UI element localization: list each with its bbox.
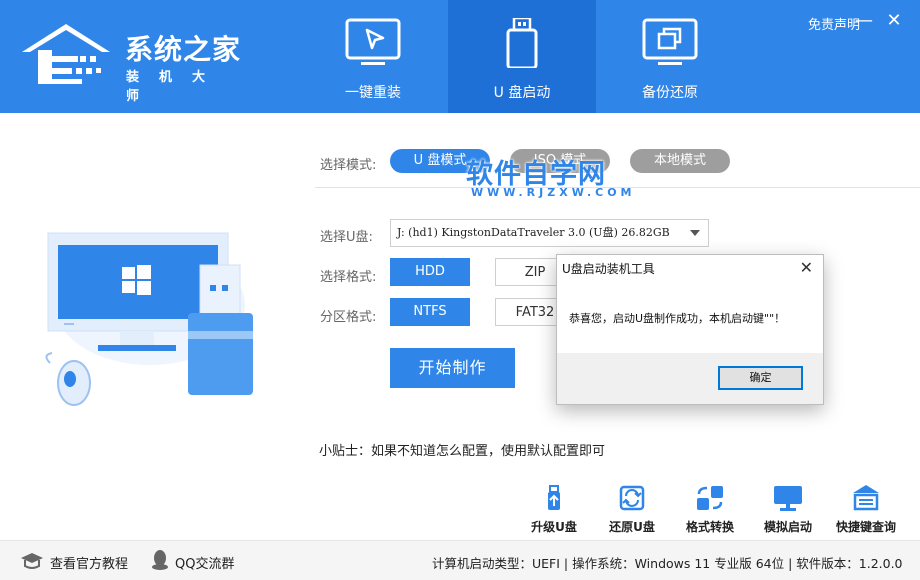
system-info: 计算机启动类型：UEFI | 操作系统：Windows 11 专业版 64位 |… <box>432 556 903 571</box>
chevron-down-icon <box>690 230 700 236</box>
computer-usb-illustration <box>45 232 253 406</box>
usb-upgrade-icon <box>548 485 560 510</box>
tool-label: 格式转换 <box>685 520 734 534</box>
official-tutorial-link[interactable]: 查看官方教程 <box>50 553 128 572</box>
partition-ntfs-button[interactable]: NTFS <box>390 298 470 326</box>
tool-label: 快捷键查询 <box>835 520 896 534</box>
dialog-title: U盘启动装机工具 <box>562 262 655 276</box>
logo-subtitle: 装机大师 <box>126 70 226 104</box>
logo-title: 系统之家 <box>125 33 242 66</box>
usb-drive-value: J: (hd1) KingstonDataTraveler 3.0 (U盘) 2… <box>397 226 670 239</box>
tool-label: 升级U盘 <box>531 520 577 534</box>
usb-drive-select[interactable]: J: (hd1) KingstonDataTraveler 3.0 (U盘) 2… <box>390 219 709 247</box>
dialog-body: U盘启动装机工具 ✕ 恭喜您，启动U盘制作成功，本机启动键""！ <box>557 255 823 353</box>
tool-simulate-boot[interactable]: 模拟启动 <box>753 484 823 535</box>
app-logo: 系统之家 装机大师 <box>18 18 248 104</box>
disclaimer-link[interactable]: 免责声明 <box>808 14 860 33</box>
dialog-message: 恭喜您，启动U盘制作成功，本机启动键""！ <box>569 312 786 325</box>
tool-format-convert[interactable]: 格式转换 <box>675 484 745 535</box>
tab-label: 一键重装 <box>345 85 401 101</box>
tab-backup-restore[interactable]: 备份还原 <box>596 0 744 113</box>
graduation-cap-icon <box>21 553 43 569</box>
tab-label: U 盘启动 <box>493 85 551 101</box>
close-button[interactable]: ✕ <box>884 10 904 31</box>
app-header: 系统之家 装机大师 一键重装 U 盘启动 备份还原 免责声明 — ✕ <box>0 0 920 113</box>
format-hdd-button[interactable]: HDD <box>390 258 470 286</box>
success-dialog: U盘启动装机工具 ✕ 恭喜您，启动U盘制作成功，本机启动键""！ 确定 <box>556 254 824 405</box>
monitor-icon <box>774 486 802 511</box>
qq-penguin-icon <box>152 550 168 570</box>
usb-drive-icon <box>506 18 538 68</box>
backup-icon <box>642 18 698 65</box>
partition-label: 分区格式: <box>320 310 377 325</box>
mode-local-button[interactable]: 本地模式 <box>630 149 730 173</box>
tool-restore-usb[interactable]: 还原U盘 <box>597 484 667 535</box>
tip-text: 小贴士：如果不知道怎么配置，使用默认配置即可 <box>319 444 606 459</box>
tool-hotkey-lookup[interactable]: 快捷键查询 <box>831 484 901 535</box>
usb-select-label: 选择U盘: <box>320 230 373 245</box>
dialog-ok-button[interactable]: 确定 <box>718 366 803 390</box>
qq-group-link[interactable]: QQ交流群 <box>175 553 234 572</box>
tool-upgrade-usb[interactable]: 升级U盘 <box>519 484 589 535</box>
house-logo-icon <box>22 24 110 84</box>
mode-label: 选择模式: <box>320 158 377 173</box>
dialog-close-button[interactable]: ✕ <box>800 258 813 277</box>
tab-one-click-install[interactable]: 一键重装 <box>299 0 447 113</box>
tab-label: 备份还原 <box>642 85 698 101</box>
watermark-url: WWW.RJZXW.COM <box>471 186 636 199</box>
minimize-button[interactable]: — <box>854 10 874 31</box>
convert-icon <box>697 486 723 510</box>
cursor-icon <box>345 18 401 65</box>
keyboard-icon <box>853 485 879 511</box>
status-bar: 查看官方教程 QQ交流群 计算机启动类型：UEFI | 操作系统：Windows… <box>0 540 920 580</box>
tab-usb-boot[interactable]: U 盘启动 <box>448 0 596 113</box>
tool-label: 还原U盘 <box>609 520 655 534</box>
tool-label: 模拟启动 <box>763 520 812 534</box>
restore-icon <box>619 485 645 511</box>
format-label: 选择格式: <box>320 270 377 285</box>
start-make-button[interactable]: 开始制作 <box>390 348 515 388</box>
